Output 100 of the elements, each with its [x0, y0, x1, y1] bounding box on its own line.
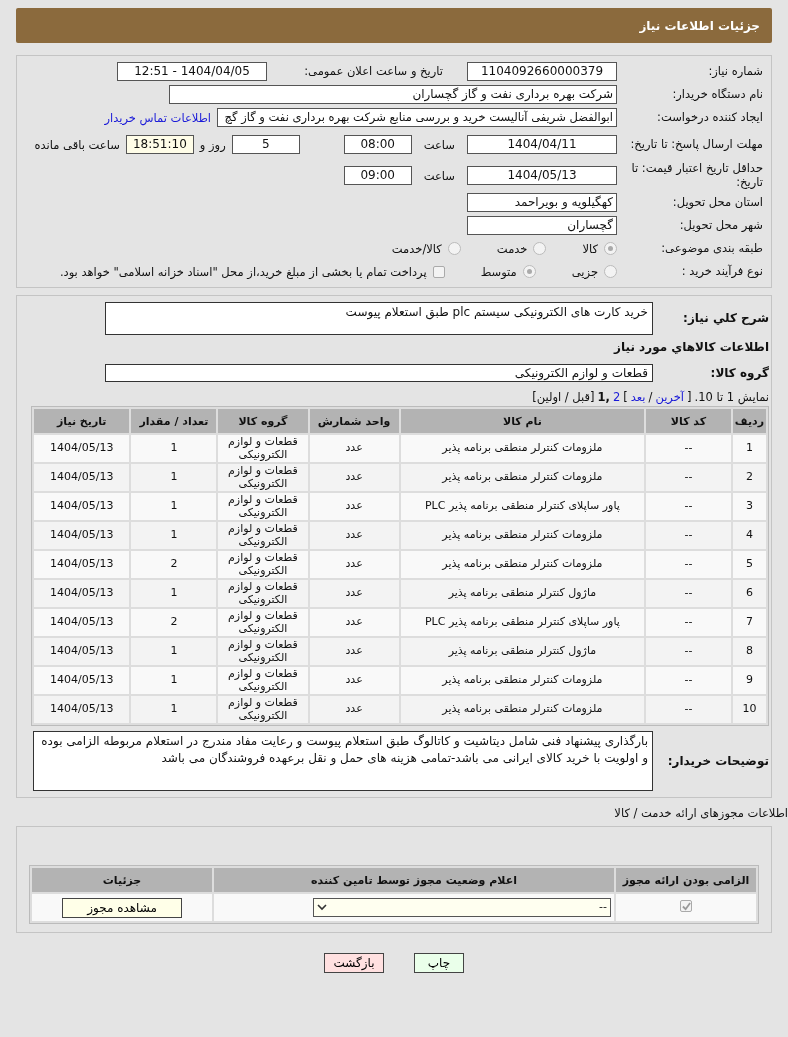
table-cell: قطعات و لوازم الکترونیکی [218, 667, 308, 694]
column-header: نام کالا [400, 409, 645, 433]
field-label: گروه کالا: [709, 365, 769, 381]
checkbox[interactable] [432, 265, 445, 278]
pagination-link[interactable]: 2 [612, 390, 621, 404]
table-cell: 1404/05/13 [34, 667, 130, 694]
pagination-text: نمایش 1 تا 10. [694, 390, 769, 404]
field-label: ساعت باقی مانده [34, 137, 120, 152]
section-title: اطلاعات مجوزهای ارائه خدمت / کالا [614, 806, 788, 820]
view-permit-button[interactable]: مشاهده مجوز [62, 897, 182, 918]
field-label: نوع فرآیند خرید : [680, 264, 763, 279]
chevron-down-icon [317, 904, 327, 911]
table-cell: 1404/05/13 [34, 580, 130, 607]
table-cell: 3 [732, 493, 766, 520]
table-cell: پاور ساپلای کنترلر منطقی برنامه پذیر PLC [400, 609, 645, 636]
table-cell: 1 [131, 522, 217, 549]
table-cell: 5 [732, 551, 766, 578]
table-cell: 1 [131, 580, 217, 607]
table-cell: قطعات و لوازم الکترونیکی [218, 435, 308, 462]
table-cell: قطعات و لوازم الکترونیکی [218, 696, 308, 723]
table-cell: عدد [309, 638, 399, 665]
table-cell: 1404/05/13 [34, 493, 130, 520]
table-cell: 1404/05/13 [34, 551, 130, 578]
table-cell: 4 [732, 522, 766, 549]
buyer-org-field: شرکت بهره برداری نفت و گاز گچساران [169, 85, 617, 104]
table-cell: 1 [131, 638, 217, 665]
table-cell: 6 [732, 580, 766, 607]
table-cell: 1 [131, 667, 217, 694]
table-cell: عدد [309, 522, 399, 549]
column-header: کد کالا [646, 409, 731, 433]
pagination-text: [ [687, 390, 692, 404]
field-label: ساعت [423, 137, 455, 152]
status-dropdown[interactable]: -- [313, 898, 611, 917]
radio-label: متوسط [480, 264, 517, 279]
back-button[interactable]: بازگشت [324, 952, 384, 973]
section-title: اطلاعات كالاهاي مورد نياز [612, 339, 769, 355]
table-cell: -- [646, 609, 731, 636]
table-cell: -- [646, 551, 731, 578]
field-label: ایجاد کننده درخواست: [656, 110, 763, 125]
pagination-link[interactable]: بعد [630, 390, 646, 404]
radio-label: خدمت [496, 241, 528, 256]
radio-label: جزیی [571, 264, 598, 279]
table-cell: ملزومات کنترلر منطقی برنامه پذیر [400, 667, 645, 694]
table-cell: -- [646, 580, 731, 607]
days-field: 5 [231, 135, 300, 154]
table-cell: -- [646, 493, 731, 520]
table-cell: 1 [131, 464, 217, 491]
table-cell: -- [646, 435, 731, 462]
table-cell: عدد [309, 551, 399, 578]
date-field: 1404/05/13 [467, 166, 617, 185]
column-header: جزئیات [32, 868, 212, 892]
field-label: توضیحات خریدار: [666, 753, 769, 769]
province-field: کهگیلویه و بویراحمد [467, 193, 617, 212]
field-label: تاریخ و ساعت اعلان عمومی: [303, 64, 443, 79]
table-cell: -- [646, 696, 731, 723]
description-field: خرید کارت های الکترونیکی سیستم plc طبق استعلام پیوست [105, 301, 653, 335]
table-cell: 1404/05/13 [34, 435, 130, 462]
page-title: جزئیات اطلاعات نیاز [639, 18, 760, 33]
radio-button[interactable] [533, 242, 547, 255]
contact-link[interactable]: اطلاعات تماس خریدار [104, 110, 211, 125]
table-cell: 2 [131, 609, 217, 636]
column-header: گروه کالا [218, 409, 308, 433]
radio-label: کالا/خدمت [391, 241, 442, 256]
field-label: ساعت [423, 168, 455, 183]
radio-label: کالا [582, 241, 598, 256]
column-header: تاریخ نیاز [34, 409, 130, 433]
radio-button[interactable] [604, 265, 617, 278]
table-cell: ملزومات کنترلر منطقی برنامه پذیر [400, 551, 645, 578]
table-cell: عدد [309, 435, 399, 462]
table-cell: عدد [309, 464, 399, 491]
time-field: 09:00 [343, 166, 412, 185]
table-cell: ملزومات کنترلر منطقی برنامه پذیر [400, 522, 645, 549]
table-cell: قطعات و لوازم الکترونیکی [218, 551, 308, 578]
field-label: استان محل تحویل: [671, 195, 763, 210]
table-cell: 1404/05/13 [34, 522, 130, 549]
print-button[interactable]: چاپ [414, 952, 464, 973]
radio-button[interactable] [447, 242, 461, 255]
radio-button[interactable] [604, 242, 617, 255]
city-field: گچساران [467, 216, 617, 235]
table-cell: ماژول کنترلر منطقی برنامه پذیر [400, 580, 645, 607]
table-cell: 1 [131, 435, 217, 462]
pagination-text: ] [623, 390, 628, 404]
table-cell: قطعات و لوازم الکترونیکی [218, 464, 308, 491]
table-cell: 2 [131, 551, 217, 578]
radio-button[interactable] [522, 265, 536, 278]
requester-field: ابوالفضل شریفی آنالیست خرید و بررسی منابع شرکت بهره برداری نفت و گاز گچ [217, 108, 617, 127]
field-label: حداقل تاریخ اعتبار قیمت: تا تاریخ: [630, 161, 763, 190]
pagination-text: [قبل / اولین] [532, 390, 595, 404]
table-cell: 1 [131, 696, 217, 723]
column-header: تعداد / مقدار [131, 409, 217, 433]
table-cell: عدد [309, 580, 399, 607]
pagination-link[interactable]: آخرین [655, 390, 684, 404]
table-cell: 1404/05/13 [34, 638, 130, 665]
need-number-field: 1104092660000379 [467, 62, 617, 81]
current-page: ,1 [597, 390, 610, 404]
field-label: شماره نیاز: [707, 64, 763, 79]
table-cell: 7 [732, 609, 766, 636]
table-cell: -- [646, 464, 731, 491]
table-cell: ماژول کنترلر منطقی برنامه پذیر [400, 638, 645, 665]
buyer-notes-field: بارگذاری پیشنهاد فنی شامل دیتاشیت و کاتالوگ طبق استعلام پیوست و رعایت مفاد مندرج در استعلام مربوطه الزامی بوده و اولویت با خرید کالای ایرانی می باشد-تمامی هزینه های حمل و نقل برعهده فروشندگان می باشد [33, 731, 653, 791]
